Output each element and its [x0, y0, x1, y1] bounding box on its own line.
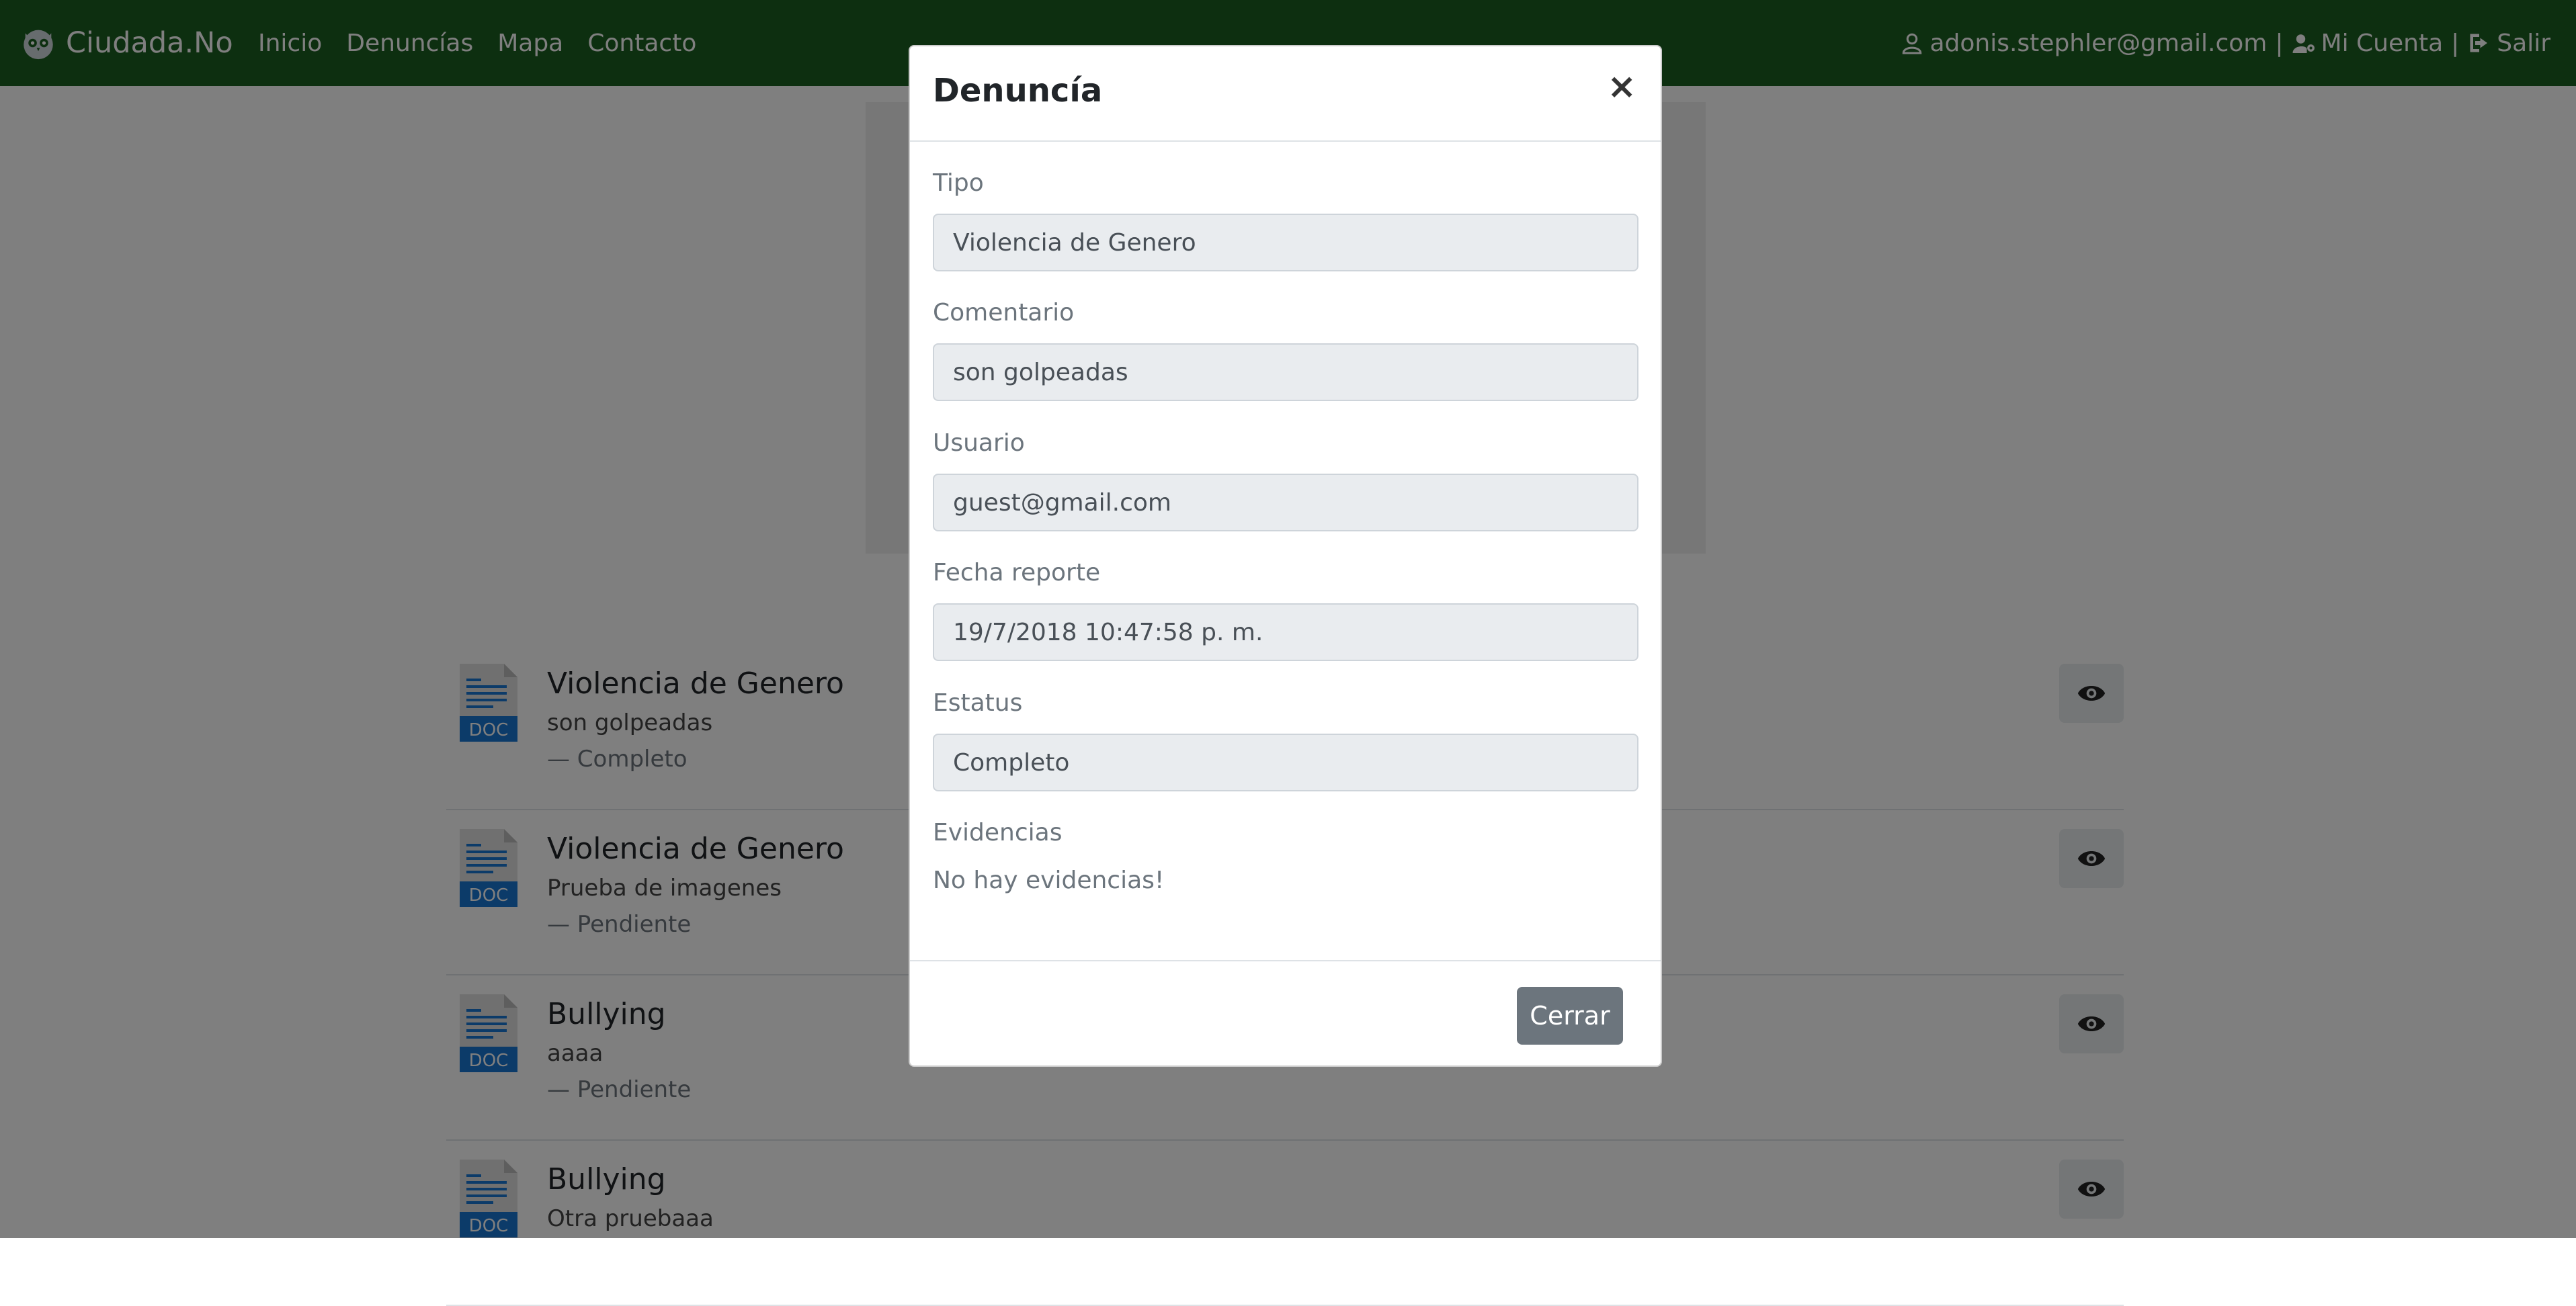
usuario-field[interactable] [933, 474, 1638, 531]
fecha-label: Fecha reporte [933, 559, 1101, 586]
complaint-modal: Denuncía × Tipo Comentario Usuario Fecha… [909, 45, 1662, 1067]
tipo-label: Tipo [933, 169, 984, 197]
estatus-label: Estatus [933, 689, 1023, 717]
evidencias-label: Evidencias [933, 819, 1063, 846]
fecha-field[interactable] [933, 603, 1638, 661]
close-icon[interactable]: × [1607, 69, 1636, 104]
modal-footer-divider [910, 960, 1661, 961]
estatus-field[interactable] [933, 734, 1638, 791]
modal-header: Denuncía × [910, 46, 1661, 142]
cerrar-button[interactable]: Cerrar [1517, 987, 1623, 1045]
modal-title: Denuncía [933, 72, 1103, 110]
comentario-field[interactable] [933, 343, 1638, 401]
tipo-field[interactable] [933, 214, 1638, 271]
evidencias-empty-message: No hay evidencias! [933, 867, 1165, 894]
comentario-label: Comentario [933, 299, 1075, 326]
usuario-label: Usuario [933, 429, 1025, 457]
